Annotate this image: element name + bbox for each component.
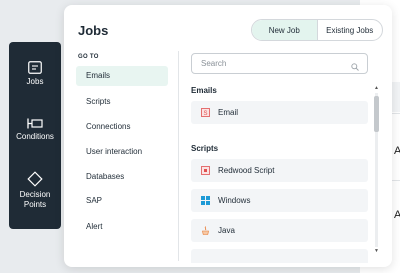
job-item-windows[interactable]: Windows [191,189,368,212]
decision-icon [27,171,43,187]
scroll-down-arrow[interactable]: ▼ [373,248,380,254]
section-title-emails: Emails [191,86,217,95]
search-icon [351,59,359,78]
job-type-toggle: New Job Existing Jobs [251,19,383,41]
nav-item-connections[interactable]: Connections [76,117,168,137]
conditions-icon [27,118,43,129]
job-item-label: Java [218,226,235,235]
job-item-java[interactable]: Java [191,219,368,242]
toolbar-label-jobs: Jobs [26,77,44,86]
search-placeholder: Search [201,59,227,68]
windows-icon [201,196,210,205]
jobs-popup: Jobs New Job Existing Jobs GO TO Emails … [64,5,392,267]
toolbar-item-decision-points[interactable]: Decision Points [9,171,61,210]
toolbar-item-conditions[interactable]: Conditions [9,118,61,142]
nav-divider [178,51,179,261]
background-text: A [394,209,400,221]
nav-item-user-interaction[interactable]: User interaction [76,142,168,162]
job-item-label: Email [218,108,239,117]
job-item-redwood-script[interactable]: Redwood Script [191,159,368,182]
toolbar-label-conditions: Conditions [16,132,54,141]
popup-title: Jobs [78,23,109,38]
toolbar-item-jobs[interactable]: Jobs [9,61,61,87]
job-item-label: Redwood Script [218,166,275,175]
section-title-scripts: Scripts [191,144,219,153]
toolbar-label-decision-points: Decision Points [19,190,51,209]
nav-item-scripts[interactable]: Scripts [76,92,168,112]
existing-jobs-button[interactable]: Existing Jobs [318,20,383,40]
goto-heading: GO TO [78,54,99,60]
java-icon [201,226,210,235]
job-list-scrollbar[interactable]: ▲ ▼ [373,85,380,255]
job-item-partial [191,249,368,263]
background-text: A [394,145,400,157]
scroll-thumb[interactable] [374,96,379,132]
object-toolbar: Jobs Conditions Decision Points [9,42,61,229]
new-job-button[interactable]: New Job [252,20,318,40]
job-item-email[interactable]: S Email [191,101,368,124]
scroll-up-arrow[interactable]: ▲ [373,85,380,91]
jobs-icon [28,61,42,74]
nav-item-databases[interactable]: Databases [76,167,168,187]
job-item-label: Windows [218,196,251,205]
email-icon: S [201,108,210,117]
nav-item-sap[interactable]: SAP [76,191,168,211]
svg-text:S: S [203,111,207,117]
redwood-script-icon [201,166,210,175]
search-input[interactable]: Search [191,53,368,74]
nav-item-emails[interactable]: Emails [76,66,168,86]
nav-item-alert[interactable]: Alert [76,217,168,237]
